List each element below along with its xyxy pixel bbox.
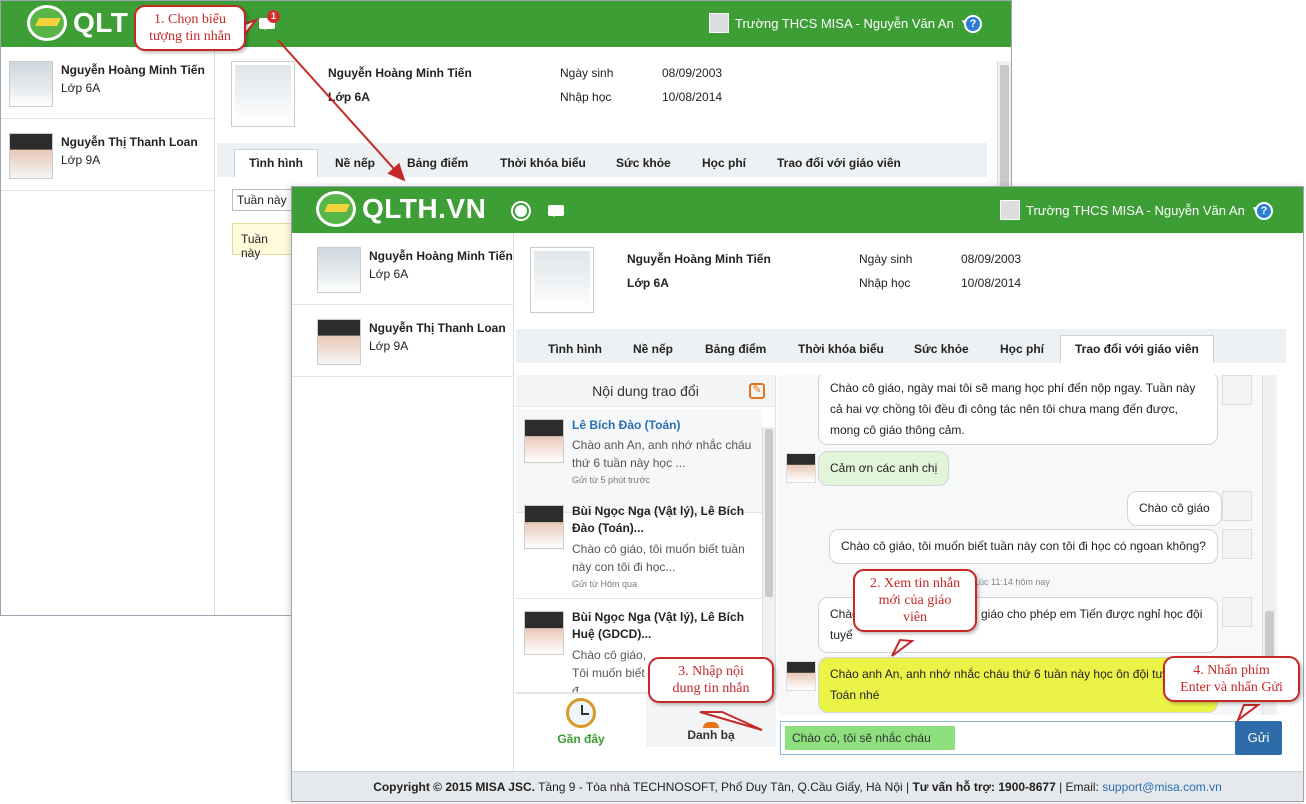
help-icon[interactable]: ? [1255,202,1273,220]
tab-bang-diem[interactable]: Bảng điểm [407,156,468,170]
back-logo[interactable]: QLT [27,5,128,41]
help-icon[interactable]: ? [964,15,982,33]
send-button[interactable]: Gửi [1235,721,1282,755]
conversation-scrollbar[interactable] [762,427,775,695]
callout-step-2: 2. Xem tin nhắn mới của giáo viên [853,569,977,632]
callout-step-3: 3. Nhập nội dung tin nhắn [648,657,774,703]
user-avatar [1222,529,1252,559]
student-photo [9,61,53,107]
conversation-item[interactable]: Bùi Ngọc Nga (Vật lý), Lê Bích Đào (Toán… [516,495,762,599]
avatar [1000,200,1020,220]
message-bubble: Chào cô giáo, ngày mai tôi sẽ mang học p… [818,375,1218,445]
teacher-avatar [786,453,816,483]
tab-tinh-hinh[interactable]: Tình hình [548,342,602,356]
front-profile: Nguyễn Hoàng Minh Tiến Lớp 6A Ngày sinh … [528,245,1288,325]
teacher-avatar [524,419,564,463]
callout-step-4: 4. Nhấn phím Enter và nhấn Gửi [1163,656,1300,702]
tab-tinh-hinh[interactable]: Tình hình [234,149,318,177]
week-notice: Tuần này [232,223,292,260]
teacher-avatar [524,611,564,655]
footer: Copyright © 2015 MISA JSC. Tầng 9 - Tòa … [292,771,1303,801]
user-avatar [1222,491,1252,521]
compose-icon[interactable]: ✎ [749,383,765,399]
profile-photo [530,247,594,313]
front-header: QLTH.VN Trường THCS MISA - Nguyễn Văn An… [292,187,1303,233]
tab-hoc-phi[interactable]: Học phí [702,156,746,170]
student-item[interactable]: Nguyễn Hoàng Minh Tiến Lớp 6A [292,233,513,305]
user-avatar [1222,597,1252,627]
front-student-list: Nguyễn Hoàng Minh Tiến Lớp 6A Nguyễn Thị… [292,233,514,773]
callout-step-1: 1. Chọn biểu tượng tin nhắn [134,5,246,51]
profile-photo [231,61,295,127]
logo-cap-icon [27,5,67,41]
recent-tab[interactable]: Gần đây [516,693,646,747]
support-email-link[interactable]: support@misa.com.vn [1102,780,1222,794]
back-student-list: Nguyễn Hoàng Minh Tiến Lớp 6A Nguyễn Thị… [1,47,215,615]
message-badge: 1 [267,10,280,23]
user-avatar [1222,375,1252,405]
message-bubble: Cảm ơn các anh chị [818,451,950,486]
message-timestamp: Lúc 11:14 hôm nay [974,577,1050,587]
tab-thoi-khoa-bieu[interactable]: Thời khóa biểu [798,342,884,356]
teacher-avatar [524,505,564,549]
teacher-avatar [786,661,816,691]
student-photo [317,319,361,365]
clock-icon [566,698,596,728]
conversation-list-header: Nội dung trao đổi ✎ [516,375,775,407]
back-profile: Nguyễn Hoàng Minh Tiến Lớp 6A Ngày sinh … [229,59,989,139]
student-item[interactable]: Nguyễn Thị Thanh Loan Lớp 9A [292,305,513,377]
tab-thoi-khoa-bieu[interactable]: Thời khóa biểu [500,156,586,170]
tab-ne-nep[interactable]: Nề nếp [633,342,673,356]
message-input[interactable]: Chào cô, tôi sẽ nhắc cháu [780,721,1237,755]
tab-hoc-phi[interactable]: Học phí [1000,342,1044,356]
message-bubble: Chào cô giáo, tôi muốn biết tuần này con… [829,529,1218,564]
tab-bang-diem[interactable]: Bảng điểm [705,342,766,356]
student-photo [317,247,361,293]
front-tabs: Tình hình Nề nếp Bảng điểm Thời khóa biể… [516,329,1286,363]
tab-trao-doi[interactable]: Trao đổi với giáo viên [777,156,901,170]
tab-suc-khoe[interactable]: Sức khỏe [914,342,969,356]
front-user-menu[interactable]: Trường THCS MISA - Nguyễn Văn An ▼ [1000,200,1261,220]
avatar [709,13,729,33]
front-logo[interactable]: QLTH.VN [316,191,486,227]
message-bubble-new: Chào anh An, anh nhớ nhắc cháu thứ 6 tuầ… [818,657,1218,713]
student-photo [9,133,53,179]
back-user-menu[interactable]: Trường THCS MISA - Nguyễn Văn An ▼ [709,13,970,33]
student-item[interactable]: Nguyễn Hoàng Minh Tiến Lớp 6A [1,47,214,119]
student-item[interactable]: Nguyễn Thị Thanh Loan Lớp 9A [1,119,214,191]
back-tabs: Tình hình Nề nếp Bảng điểm Thời khóa biể… [217,143,987,177]
tab-trao-doi[interactable]: Trao đổi với giáo viên [1060,335,1214,363]
message-bubble: Chào cô giáo [1127,491,1222,526]
globe-icon[interactable] [513,203,529,219]
message-icon[interactable] [548,205,564,217]
logo-cap-icon [316,191,356,227]
tab-ne-nep[interactable]: Nề nếp [335,156,375,170]
tab-suc-khoe[interactable]: Sức khỏe [616,156,671,170]
week-select[interactable]: Tuần này [232,189,292,211]
front-window: QLTH.VN Trường THCS MISA - Nguyễn Văn An… [291,186,1304,802]
